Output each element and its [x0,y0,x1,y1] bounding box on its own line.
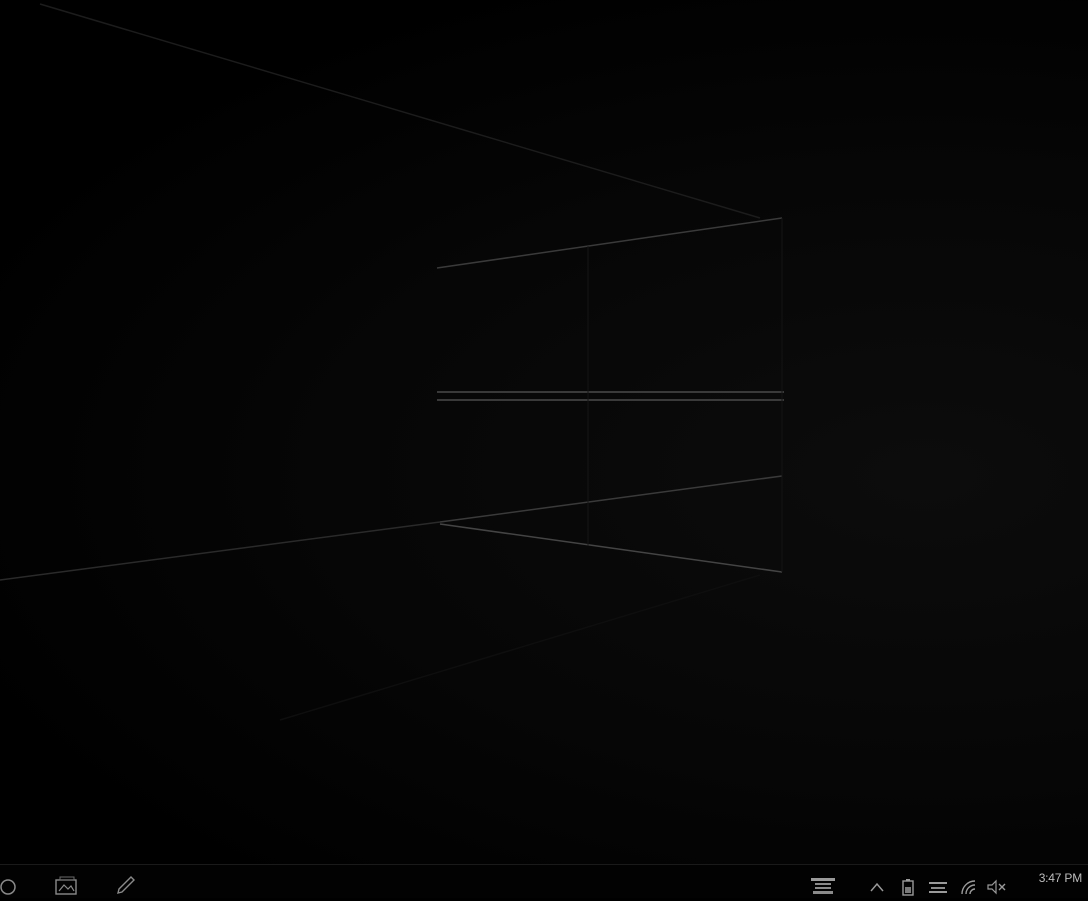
show-hidden-icons-button[interactable] [868,879,886,899]
pen-button[interactable] [112,871,140,899]
clock-time: 3:47 PM [1038,871,1082,885]
taskbar: 3:47 PM [0,864,1088,898]
keyboard-icon [928,879,948,900]
pen-icon [115,874,137,896]
chevron-up-icon [869,879,885,900]
keyboard-button[interactable] [928,879,948,899]
battery-icon [901,878,915,901]
photos-icon [54,874,78,896]
desktop[interactable] [0,0,1088,864]
search-button[interactable] [0,871,22,899]
clock[interactable]: 3:47 PM [1020,870,1082,886]
photos-button[interactable] [52,871,80,899]
volume-muted-icon [986,878,1008,901]
wifi-icon [959,878,979,901]
search-icon [0,875,18,895]
volume-button[interactable] [986,879,1008,899]
notes-tray-button[interactable] [808,877,838,897]
battery-button[interactable] [900,878,916,901]
notes-icon [809,875,837,900]
wifi-button[interactable] [958,879,980,899]
windows-logo-wallpaper [0,3,784,721]
